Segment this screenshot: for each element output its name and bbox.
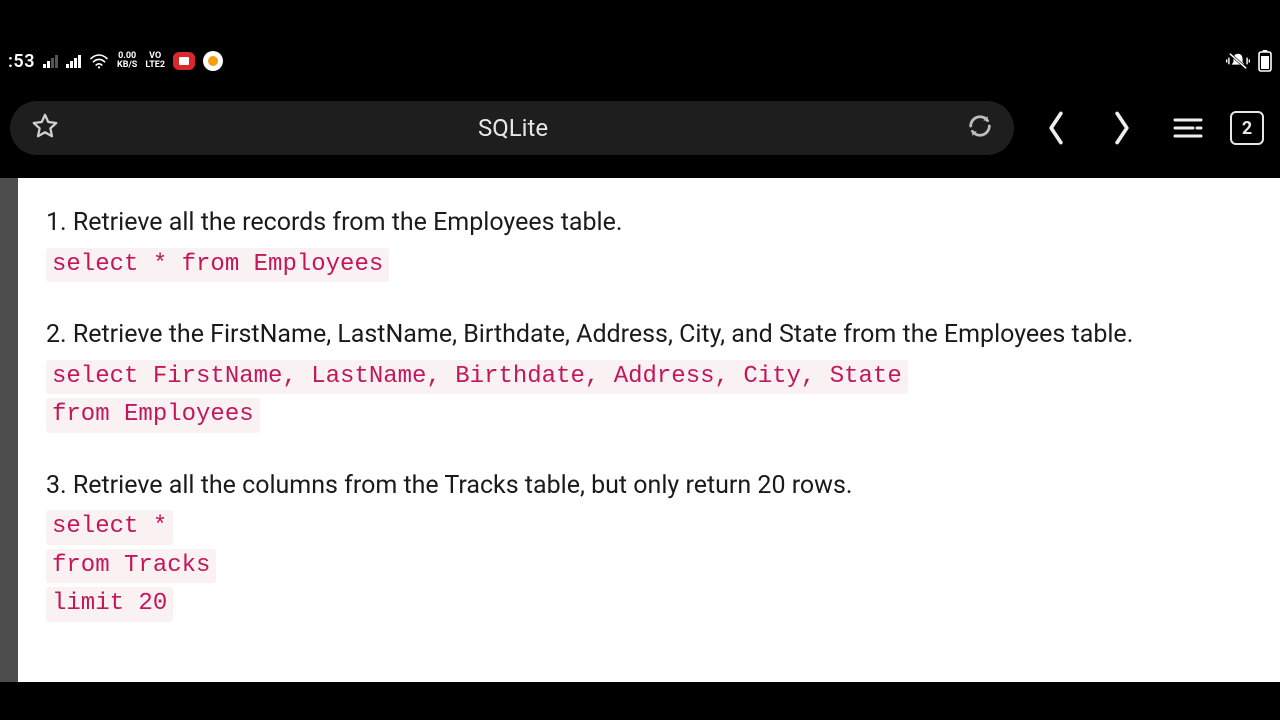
wifi-icon — [89, 53, 109, 69]
letterbox-bottom — [0, 682, 1280, 720]
list-item: 1. Retrieve all the records from the Emp… — [46, 206, 1250, 284]
code-block: select * from Tracks limit 20 — [46, 508, 1250, 623]
code-block: select FirstName, LastName, Birthdate, A… — [46, 358, 1250, 435]
tab-count-label: 2 — [1242, 118, 1252, 139]
vibrate-icon — [1226, 51, 1250, 71]
letterbox-top — [0, 0, 1280, 44]
signal-sim1-icon — [43, 54, 58, 68]
network-speed-indicator: 0.00 KB/S — [117, 52, 137, 70]
tabs-button[interactable]: 2 — [1230, 111, 1264, 145]
reload-icon[interactable] — [966, 112, 994, 144]
code-line: select * from Employees — [46, 248, 389, 282]
app-badge-icon — [203, 51, 223, 71]
volte-indicator: VO LTE2 — [145, 52, 165, 70]
status-clock: :53 — [8, 51, 35, 72]
back-button[interactable] — [1032, 104, 1080, 152]
code-line: select * — [46, 510, 173, 544]
code-line: limit 20 — [46, 587, 173, 621]
code-line: select FirstName, LastName, Birthdate, A… — [46, 360, 908, 394]
address-bar[interactable]: SQLite — [10, 101, 1014, 155]
browser-toolbar: SQLite 2 — [0, 78, 1280, 178]
menu-button[interactable] — [1164, 104, 1212, 152]
list-item: 2. Retrieve the FirstName, LastName, Bir… — [46, 318, 1250, 435]
forward-button[interactable] — [1098, 104, 1146, 152]
question-text: 3. Retrieve all the columns from the Tra… — [46, 469, 1250, 503]
status-bar: :53 0.00 KB/S VO LTE2 — [0, 44, 1280, 78]
bookmark-star-icon[interactable] — [30, 111, 60, 145]
battery-icon — [1258, 50, 1272, 72]
screen-record-icon — [173, 52, 195, 70]
question-text: 1. Retrieve all the records from the Emp… — [46, 206, 1250, 240]
code-block: select * from Employees — [46, 246, 1250, 284]
signal-sim2-icon — [66, 54, 81, 68]
list-item: 3. Retrieve all the columns from the Tra… — [46, 469, 1250, 624]
page-title: SQLite — [60, 114, 966, 142]
code-line: from Employees — [46, 398, 260, 432]
code-line: from Tracks — [46, 549, 216, 583]
page-viewport[interactable]: 1. Retrieve all the records from the Emp… — [0, 178, 1280, 682]
page-content: 1. Retrieve all the records from the Emp… — [18, 178, 1280, 682]
question-text: 2. Retrieve the FirstName, LastName, Bir… — [46, 318, 1250, 352]
